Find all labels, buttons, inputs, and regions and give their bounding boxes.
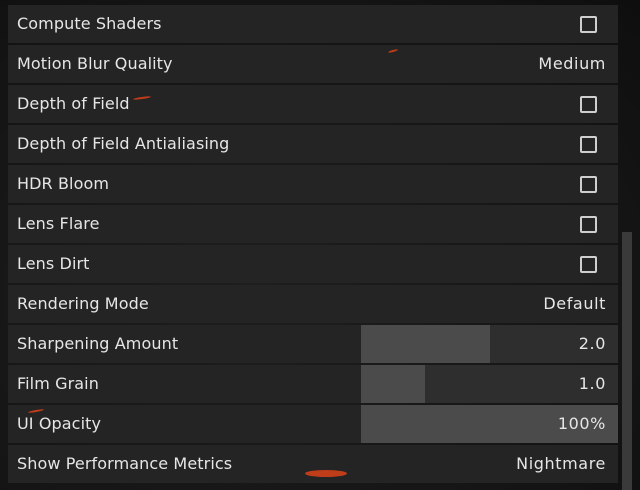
ember-decoration bbox=[305, 470, 347, 477]
setting-row-depth-of-field[interactable]: Depth of Field bbox=[8, 85, 618, 123]
slider-fill bbox=[361, 365, 426, 403]
setting-label: Compute Shaders bbox=[17, 14, 162, 33]
show-performance-metrics-select[interactable]: Nightmare bbox=[516, 445, 606, 483]
motion-blur-quality-select[interactable]: Medium bbox=[538, 45, 606, 83]
slider-value: 100% bbox=[557, 414, 606, 433]
slider-value: 2.0 bbox=[578, 334, 606, 353]
setting-label: Film Grain bbox=[17, 374, 99, 393]
setting-label: Motion Blur Quality bbox=[17, 54, 173, 73]
setting-label: Depth of Field Antialiasing bbox=[17, 134, 230, 153]
compute-shaders-checkbox[interactable] bbox=[580, 16, 597, 33]
settings-panel: Compute Shaders Motion Blur Quality Medi… bbox=[0, 0, 640, 490]
setting-row-show-performance-metrics[interactable]: Show Performance Metrics Nightmare bbox=[8, 445, 618, 483]
setting-row-lens-dirt[interactable]: Lens Dirt bbox=[8, 245, 618, 283]
rendering-mode-select[interactable]: Default bbox=[543, 285, 606, 323]
film-grain-slider[interactable]: 1.0 bbox=[361, 365, 618, 403]
setting-row-compute-shaders[interactable]: Compute Shaders bbox=[8, 5, 618, 43]
slider-fill bbox=[361, 325, 490, 363]
setting-row-ui-opacity[interactable]: UI Opacity 100% bbox=[8, 405, 618, 443]
setting-row-lens-flare[interactable]: Lens Flare bbox=[8, 205, 618, 243]
setting-label: HDR Bloom bbox=[17, 174, 110, 193]
sharpening-amount-slider[interactable]: 2.0 bbox=[361, 325, 618, 363]
setting-label: Lens Dirt bbox=[17, 254, 90, 273]
setting-row-sharpening-amount[interactable]: Sharpening Amount 2.0 bbox=[8, 325, 618, 363]
setting-row-hdr-bloom[interactable]: HDR Bloom bbox=[8, 165, 618, 203]
setting-label: Rendering Mode bbox=[17, 294, 149, 313]
setting-label: Depth of Field bbox=[17, 94, 130, 113]
setting-label: Lens Flare bbox=[17, 214, 100, 233]
settings-list: Compute Shaders Motion Blur Quality Medi… bbox=[8, 5, 618, 485]
scrollbar-thumb[interactable] bbox=[622, 232, 632, 490]
hdr-bloom-checkbox[interactable] bbox=[580, 176, 597, 193]
ui-opacity-slider[interactable]: 100% bbox=[361, 405, 618, 443]
depth-of-field-checkbox[interactable] bbox=[580, 96, 597, 113]
depth-of-field-antialiasing-checkbox[interactable] bbox=[580, 136, 597, 153]
setting-row-motion-blur-quality[interactable]: Motion Blur Quality Medium bbox=[8, 45, 618, 83]
slider-value: 1.0 bbox=[578, 374, 606, 393]
setting-row-depth-of-field-antialiasing[interactable]: Depth of Field Antialiasing bbox=[8, 125, 618, 163]
setting-label: Sharpening Amount bbox=[17, 334, 179, 353]
setting-row-rendering-mode[interactable]: Rendering Mode Default bbox=[8, 285, 618, 323]
lens-flare-checkbox[interactable] bbox=[580, 216, 597, 233]
setting-label: Show Performance Metrics bbox=[17, 454, 233, 473]
lens-dirt-checkbox[interactable] bbox=[580, 256, 597, 273]
setting-row-film-grain[interactable]: Film Grain 1.0 bbox=[8, 365, 618, 403]
